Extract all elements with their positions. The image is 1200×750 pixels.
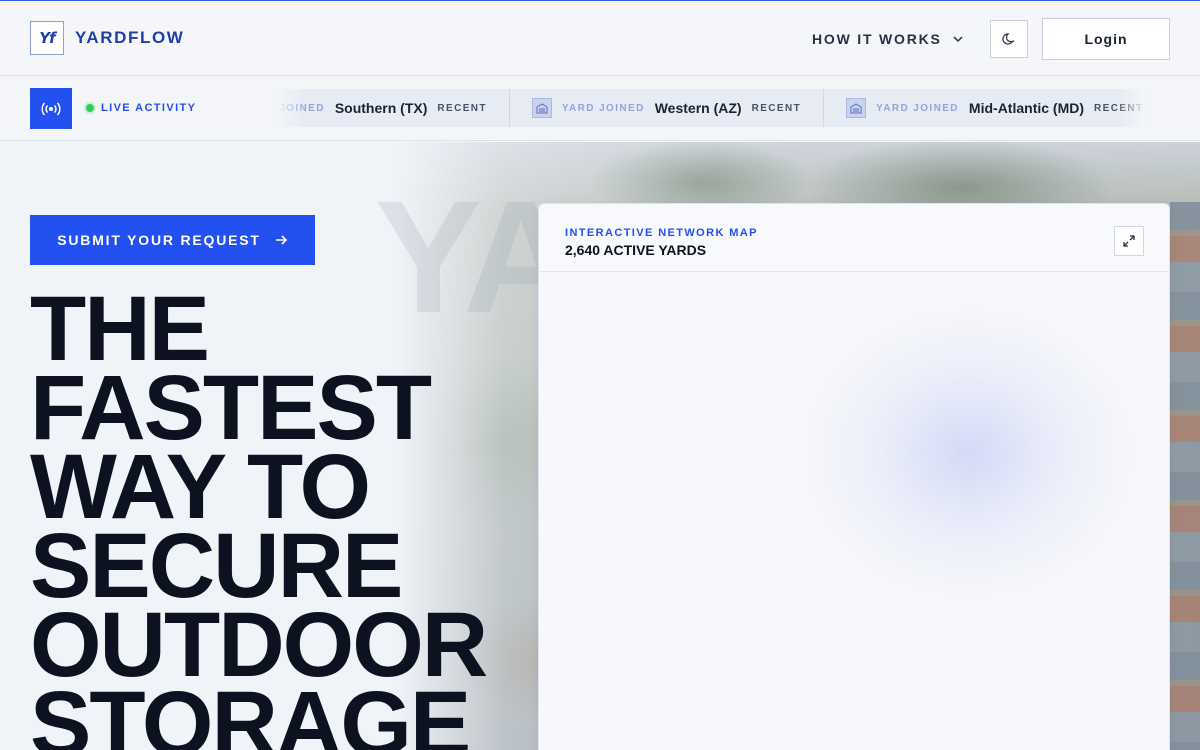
interactive-map-area[interactable] xyxy=(539,273,1169,750)
nav-how-it-works-label: HOW IT WORKS xyxy=(812,31,942,47)
ticker-item[interactable]: YARD JOINED Southern (TX) RECENT xyxy=(276,89,510,127)
hero-headline: THE FASTEST WAY TO SECURE OUTDOOR STORAG… xyxy=(30,283,488,750)
ticker-fade-right xyxy=(1116,89,1146,127)
ticker-item[interactable]: YARD JOINED Western (AZ) RECENT xyxy=(510,89,825,127)
ticker-region: Southern (TX) xyxy=(334,100,428,116)
ticker-region: Western (AZ) xyxy=(654,100,742,116)
ticker-joined-label: YARD JOINED xyxy=(876,102,959,114)
hero-section: YA SUBMIT YOUR REQUEST THE FASTEST WAY T… xyxy=(0,142,1200,750)
activity-ticker: YARD JOINED Southern (TX) RECENT YARD JO… xyxy=(276,89,1146,127)
brand-name[interactable]: YARDFLOW xyxy=(75,28,184,48)
site-header: Yf YARDFLOW HOW IT WORKS Login xyxy=(0,1,1200,76)
map-kicker: INTERACTIVE NETWORK MAP xyxy=(565,227,758,239)
login-button[interactable]: Login xyxy=(1042,18,1170,60)
expand-map-button[interactable] xyxy=(1114,226,1144,256)
nav-how-it-works[interactable]: HOW IT WORKS xyxy=(812,31,964,47)
headline-line: STORAGE xyxy=(30,673,471,750)
logo-mark: Yf xyxy=(39,29,55,47)
moon-icon xyxy=(1002,33,1015,45)
warehouse-icon xyxy=(531,98,552,118)
arrow-right-icon xyxy=(275,235,287,245)
ticker-item[interactable]: YARD JOINED Mid-Atlantic (MD) RECENT xyxy=(824,89,1146,127)
live-activity-text: LIVE ACTIVITY xyxy=(101,102,197,114)
submit-request-button[interactable]: SUBMIT YOUR REQUEST xyxy=(30,215,315,265)
map-card-header: INTERACTIVE NETWORK MAP 2,640 ACTIVE YAR… xyxy=(539,204,1169,272)
ticker-recent-label: RECENT xyxy=(437,102,487,114)
live-broadcast-button[interactable] xyxy=(30,88,72,129)
map-loading-glow xyxy=(799,303,1139,603)
broadcast-icon xyxy=(41,102,61,115)
ticker-fade-left xyxy=(276,89,306,127)
live-activity-bar: LIVE ACTIVITY YARD JOINED Southern (TX) … xyxy=(0,77,1200,141)
ticker-region: Mid-Atlantic (MD) xyxy=(968,100,1085,116)
submit-request-label: SUBMIT YOUR REQUEST xyxy=(57,232,261,248)
ticker-joined-label: YARD JOINED xyxy=(561,102,645,114)
ticker-recent-label: RECENT xyxy=(751,102,802,114)
ticker-track: YARD JOINED Southern (TX) RECENT YARD JO… xyxy=(276,89,1146,127)
expand-icon xyxy=(1123,235,1135,247)
network-map-card: INTERACTIVE NETWORK MAP 2,640 ACTIVE YAR… xyxy=(538,203,1170,750)
live-activity-label: LIVE ACTIVITY xyxy=(84,102,196,114)
theme-toggle-button[interactable] xyxy=(990,20,1028,58)
live-status-dot xyxy=(84,102,96,114)
warehouse-icon xyxy=(846,98,867,118)
chevron-down-icon xyxy=(953,36,963,43)
logo[interactable]: Yf xyxy=(30,21,64,55)
active-yards-count: 2,640 ACTIVE YARDS xyxy=(565,242,707,258)
